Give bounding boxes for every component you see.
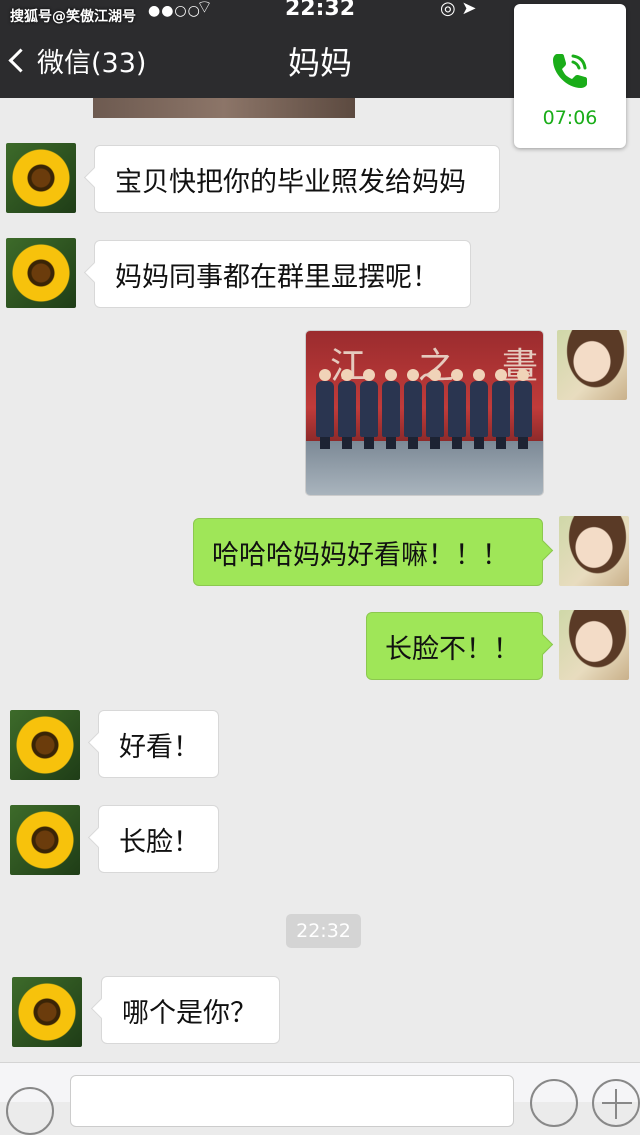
emoji-icon[interactable] (530, 1079, 578, 1127)
girl-avatar[interactable] (557, 330, 627, 400)
photo-person (382, 369, 400, 449)
input-bar (0, 1062, 640, 1135)
photo-person (514, 369, 532, 449)
plus-icon[interactable] (592, 1079, 640, 1127)
status-icons: ◎ ➤ (440, 0, 477, 19)
message-bubble[interactable]: 哈哈哈妈妈好看嘛！！！ (193, 518, 543, 586)
message-bubble[interactable]: 宝贝快把你的毕业照发给妈妈 (94, 145, 500, 213)
sunflower-avatar[interactable] (12, 977, 82, 1047)
photo-person (448, 369, 466, 449)
chat-timestamp: 22:32 (286, 914, 361, 948)
previous-image-message[interactable] (93, 98, 355, 118)
photo-person (492, 369, 510, 449)
message-bubble[interactable]: 好看！ (98, 710, 219, 778)
phone-call-icon (553, 54, 587, 88)
sunflower-avatar[interactable] (6, 143, 76, 213)
photo-person (426, 369, 444, 449)
sunflower-avatar[interactable] (10, 710, 80, 780)
photo-person (360, 369, 378, 449)
signal-dots-icon: ●●○○ (148, 3, 201, 19)
photo-person (470, 369, 488, 449)
message-text: 哪个是你？ (122, 997, 257, 1029)
girl-avatar[interactable] (559, 610, 629, 680)
photo-person (404, 369, 422, 449)
voice-call-floating-window[interactable]: 07:06 (514, 4, 626, 148)
message-text: 好看！ (119, 731, 200, 763)
message-text: 宝贝快把你的毕业照发给妈妈 (115, 166, 466, 198)
watermark: 搜狐号@笑傲江湖号 (10, 9, 136, 25)
message-text: 妈妈同事都在群里显摆呢！ (115, 261, 439, 293)
message-bubble[interactable]: 长脸不！！ (366, 612, 543, 680)
message-input[interactable] (70, 1075, 514, 1127)
message-text: 哈哈哈妈妈好看嘛！！！ (212, 539, 509, 571)
message-bubble[interactable]: 妈妈同事都在群里显摆呢！ (94, 240, 471, 308)
sunflower-avatar[interactable] (10, 805, 80, 875)
message-text: 长脸不！！ (385, 633, 520, 665)
message-text: 长脸！ (119, 826, 200, 858)
call-duration: 07:06 (542, 107, 598, 129)
message-bubble[interactable]: 长脸！ (98, 805, 219, 873)
photo-person (338, 369, 356, 449)
photo-ground (306, 441, 543, 495)
wifi-icon: ⌔ (196, 0, 213, 18)
photo-person (316, 369, 334, 449)
graduation-photo-message[interactable]: 江 之 畫 (305, 330, 544, 496)
message-bubble[interactable]: 哪个是你？ (101, 976, 280, 1044)
girl-avatar[interactable] (559, 516, 629, 586)
status-time: 22:32 (285, 0, 356, 21)
voice-input-icon[interactable] (6, 1087, 54, 1135)
sunflower-avatar[interactable] (6, 238, 76, 308)
